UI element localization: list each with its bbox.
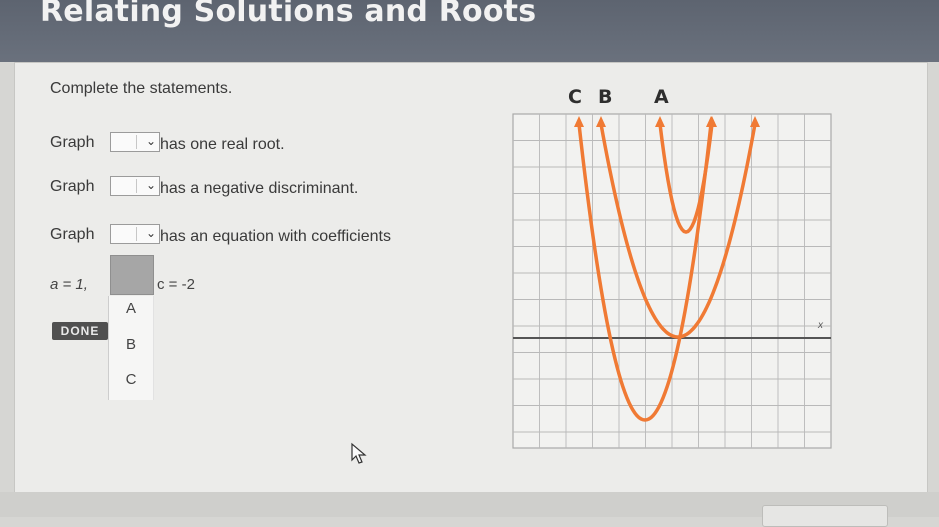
graph-label-c: C	[568, 86, 582, 108]
graph-label-b: B	[598, 86, 613, 108]
graph-label-a: A	[654, 86, 669, 108]
x-axis-label: x	[818, 320, 823, 331]
graph	[512, 113, 832, 449]
footer-button[interactable]	[762, 505, 888, 527]
mouse-cursor-icon	[351, 442, 367, 464]
